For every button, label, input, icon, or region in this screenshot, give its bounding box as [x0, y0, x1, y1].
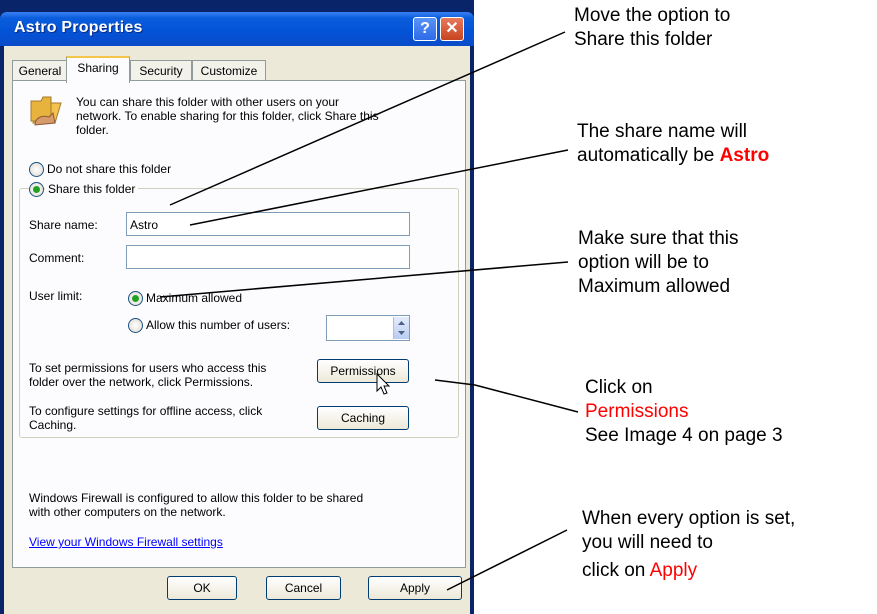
tab-sharing[interactable]: Sharing	[66, 56, 130, 83]
pointer-line-permissions	[434, 379, 579, 413]
annotation-1-line2: Share this folder	[574, 29, 713, 50]
pointer-line-apply	[446, 529, 568, 591]
annotation-4-line3: See Image 4 on page 3	[585, 425, 783, 446]
annotation-5-line3: click on Apply	[582, 559, 697, 583]
pointer-line-share-name	[189, 149, 569, 226]
annotation-3-line2: option will be to	[578, 252, 709, 273]
annotation-5-prefix: click on	[582, 560, 650, 581]
pointer-line-share	[169, 31, 566, 206]
annotation-1-line1: Move the option to	[574, 5, 731, 26]
annotation-5-line2: you will need to	[582, 532, 713, 553]
pointer-line-max-allowed	[159, 261, 569, 298]
annotation-2-prefix: automatically be	[577, 145, 720, 166]
annotation-5-line1: When every option is set,	[582, 508, 796, 529]
annotation-5-apply: Apply	[649, 560, 698, 581]
annotation-2-line1: The share name will	[577, 121, 748, 142]
annotation-3-line3: Maximum allowed	[578, 276, 731, 297]
annotation-2-line2: automatically be Astro	[577, 144, 769, 168]
annotation-4-permissions: Permissions	[585, 401, 689, 422]
annotation-3-line1: Make sure that this	[578, 228, 739, 249]
annotation-2-astro: Astro	[719, 145, 770, 166]
annotation-4-line1: Click on	[585, 377, 653, 398]
